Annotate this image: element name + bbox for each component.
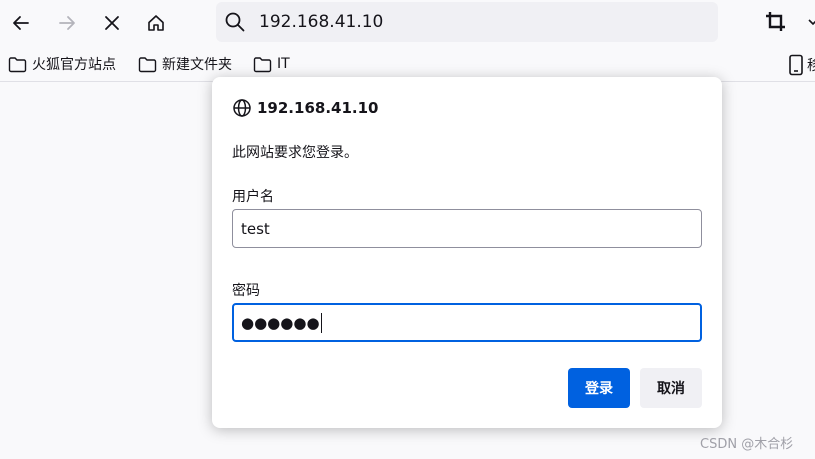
password-label: 密码 — [232, 283, 260, 299]
mobile-bookmarks[interactable]: 移 — [788, 54, 815, 76]
text-caret — [320, 312, 322, 333]
cancel-button[interactable]: 取消 — [640, 368, 702, 408]
auth-dialog: 192.168.41.10 此网站要求您登录。 用户名 test 密码 ●●●●… — [212, 77, 722, 428]
screenshot-crop-icon[interactable] — [764, 10, 788, 34]
folder-icon — [138, 56, 157, 72]
dialog-title: 192.168.41.10 — [232, 98, 378, 118]
mobile-bookmarks-label: 移 — [807, 58, 815, 74]
bookmark-new-folder[interactable]: 新建文件夹 — [138, 54, 232, 74]
forward-button[interactable] — [51, 7, 83, 39]
folder-icon — [8, 56, 27, 72]
dialog-host: 192.168.41.10 — [257, 99, 379, 117]
username-label: 用户名 — [232, 189, 274, 205]
back-button[interactable] — [5, 7, 37, 39]
globe-icon — [233, 99, 251, 117]
mobile-device-icon — [789, 54, 803, 76]
bookmark-it[interactable]: IT — [253, 54, 290, 74]
watermark: CSDN @木合杉 — [700, 437, 794, 452]
home-button[interactable] — [140, 7, 172, 39]
bookmark-firefox-official[interactable]: 火狐官方站点 — [8, 54, 116, 74]
dialog-message: 此网站要求您登录。 — [232, 145, 358, 161]
close-icon — [105, 16, 119, 30]
username-input[interactable]: test — [232, 209, 702, 248]
password-value: ●●●●●● — [241, 313, 320, 332]
username-value: test — [241, 219, 270, 238]
login-button[interactable]: 登录 — [568, 368, 630, 408]
stop-button[interactable] — [96, 7, 128, 39]
bookmark-label: IT — [277, 56, 290, 72]
password-input[interactable]: ●●●●●● — [232, 303, 702, 342]
url-bar[interactable]: 192.168.41.10 — [216, 2, 718, 42]
browser-toolbar: 192.168.41.10 — [0, 0, 815, 46]
folder-icon — [253, 56, 272, 72]
bookmark-label: 火狐官方站点 — [32, 57, 116, 73]
arrow-right-icon — [59, 16, 75, 30]
url-text[interactable]: 192.168.41.10 — [259, 12, 383, 32]
home-icon — [148, 15, 164, 31]
search-icon — [225, 12, 245, 32]
bookmark-label: 新建文件夹 — [162, 57, 232, 73]
chevron-down-icon[interactable] — [808, 14, 815, 30]
arrow-left-icon — [13, 16, 29, 30]
